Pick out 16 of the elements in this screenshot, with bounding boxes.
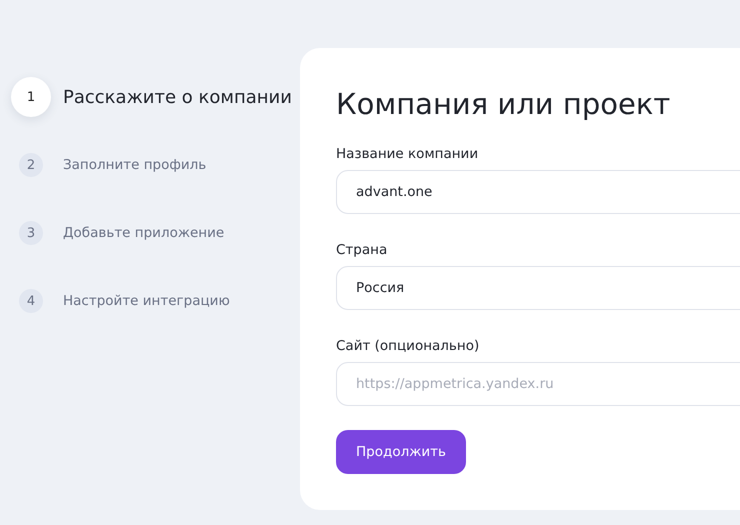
input-field[interactable]: advant.one	[336, 170, 740, 214]
form-title: Компания или проект	[336, 86, 672, 123]
input-field[interactable]: https://appmetrica.yandex.ru	[336, 362, 740, 406]
step-label[interactable]: Добавьте приложение	[63, 225, 224, 241]
step-number: 1	[11, 77, 51, 117]
step-label[interactable]: Настройте интеграцию	[63, 293, 230, 309]
continue-button[interactable]: Продолжить	[336, 430, 466, 474]
field-label: Название компании	[336, 146, 480, 162]
step-number: 3	[19, 221, 43, 245]
step-number: 4	[19, 289, 43, 313]
field-label: Сайт (опционально)	[336, 338, 480, 354]
input-field[interactable]: Россия	[336, 266, 740, 310]
field-label: Страна	[336, 242, 388, 258]
step-label[interactable]: Расскажите о компании	[63, 86, 292, 108]
step-label[interactable]: Заполните профиль	[63, 157, 206, 173]
step-number: 2	[19, 153, 43, 177]
